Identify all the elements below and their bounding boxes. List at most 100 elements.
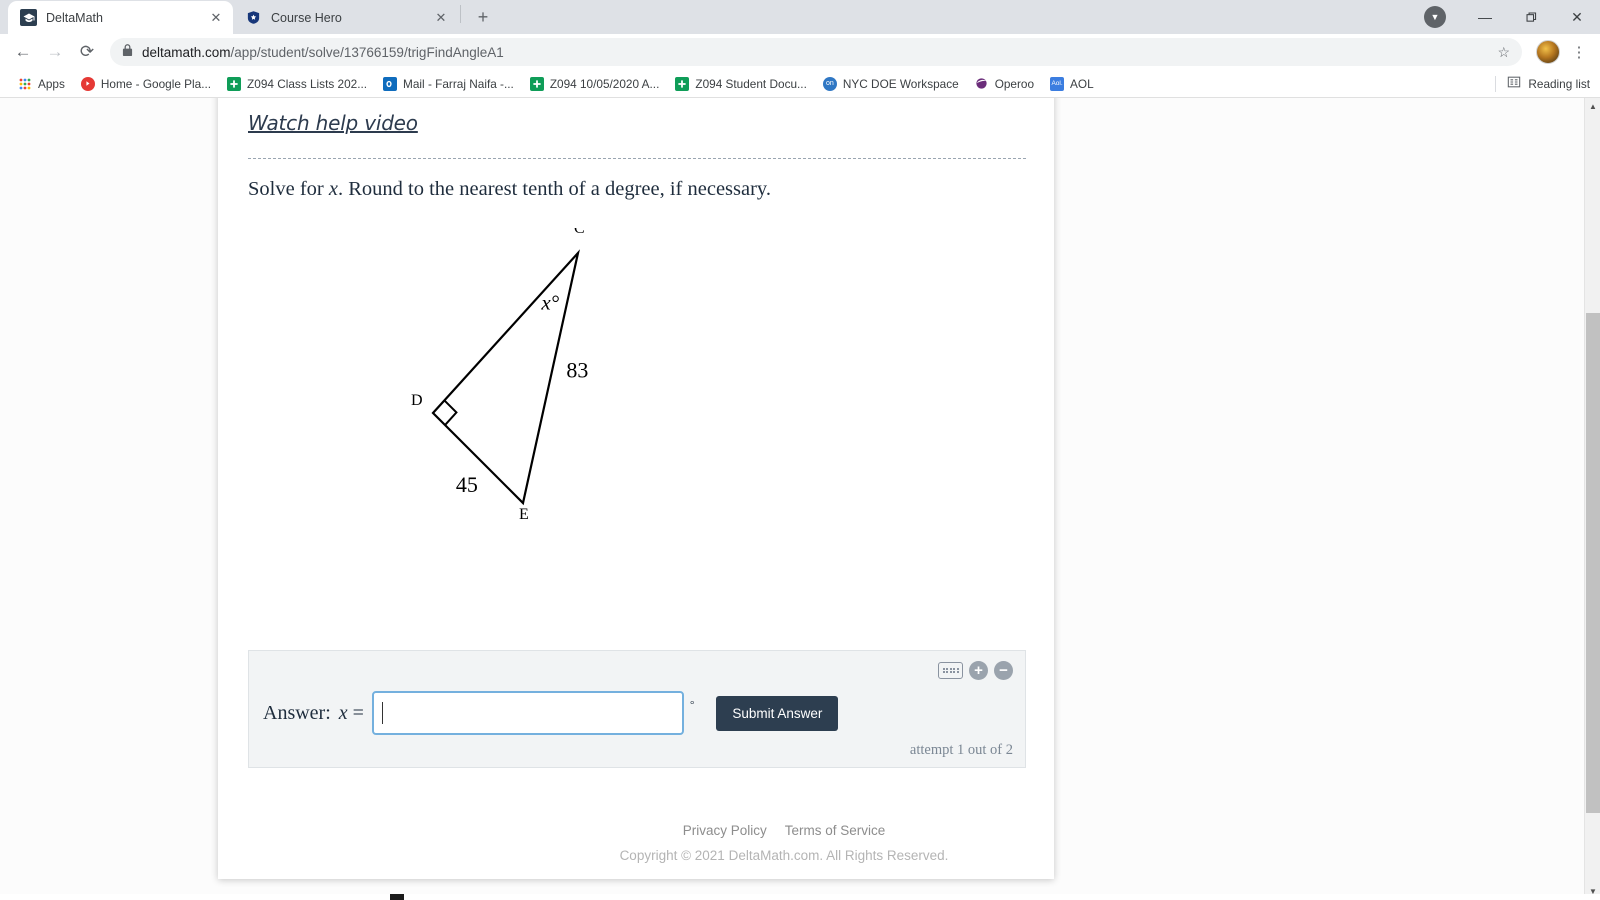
keyboard-icon[interactable] [938, 662, 963, 679]
google-sheets-icon [529, 76, 544, 91]
bookmark-label: Apps [38, 76, 65, 91]
copyright-text: Copyright © 2021 DeltaMath.com. All Righ… [619, 848, 949, 863]
svg-text:45: 45 [456, 472, 478, 497]
answer-toolbar: + − [938, 661, 1013, 680]
nyc-doe-icon: on [822, 76, 837, 91]
prompt-variable: x [328, 178, 338, 200]
footer-links: Privacy Policy Terms of Service [0, 823, 1568, 838]
google-sheets-icon [675, 76, 690, 91]
aol-icon: Aol. [1050, 76, 1065, 91]
browser-window: DeltaMath ✕ Course Hero ✕ + ▼ — ✕ ← → ⟳ … [0, 0, 1600, 900]
triangle-figure: C D E x° 83 45 [248, 220, 1026, 608]
back-button[interactable]: ← [8, 37, 38, 67]
bookmark-nyc-doe-workspace[interactable]: on NYC DOE Workspace [815, 73, 967, 95]
bookmark-apps[interactable]: Apps [10, 73, 73, 95]
browser-toolbar: ← → ⟳ deltamath.com/app/student/solve/13… [0, 34, 1600, 70]
answer-equals: = [352, 701, 364, 724]
answer-label: Answer: x = [263, 702, 364, 725]
submit-answer-button[interactable]: Submit Answer [716, 695, 839, 731]
reload-button[interactable]: ⟳ [72, 37, 102, 67]
operoo-icon [975, 77, 989, 91]
forward-button[interactable]: → [40, 37, 70, 67]
bookmark-label: AOL [1070, 76, 1094, 91]
privacy-policy-link[interactable]: Privacy Policy [683, 823, 767, 838]
lock-icon [122, 44, 133, 60]
problem-card: Assignment due 10/14 Watch help video So… [218, 98, 1054, 879]
avatar[interactable] [1536, 40, 1560, 64]
terms-of-service-link[interactable]: Terms of Service [785, 823, 886, 838]
bookmark-operoo[interactable]: Operoo [967, 73, 1042, 95]
bookmark-label: NYC DOE Workspace [842, 76, 959, 91]
bookmark-z094-student-docs[interactable]: Z094 Student Docu... [667, 73, 814, 95]
bookmark-z094-class-lists[interactable]: Z094 Class Lists 202... [219, 73, 375, 95]
answer-input[interactable] [371, 691, 684, 735]
chevron-down-icon[interactable]: ▼ [1424, 6, 1446, 28]
youtube-play-icon [80, 76, 95, 91]
apps-grid-icon [18, 77, 32, 91]
address-bar[interactable]: deltamath.com/app/student/solve/13766159… [110, 38, 1522, 66]
zoom-out-button[interactable]: − [994, 661, 1013, 680]
url-domain: deltamath.com [142, 44, 231, 60]
prompt-text-after: . Round to the nearest tenth of a degree… [337, 178, 771, 200]
answer-row: Answer: x = ° Submit Answer [263, 691, 839, 735]
bookmark-label: Mail - Farraj Naifa -... [403, 76, 514, 91]
svg-text:E: E [519, 506, 529, 523]
reading-list-icon [1507, 75, 1521, 92]
watch-help-video-link[interactable]: Watch help video [248, 111, 418, 135]
attempt-counter: attempt 1 out of 2 [909, 742, 1013, 758]
bookmark-label: Z094 Class Lists 202... [247, 76, 368, 91]
section-divider [248, 158, 1026, 159]
page-footer: Privacy Policy Terms of Service Copyright… [0, 823, 1568, 863]
outlook-icon [383, 76, 398, 91]
page-scrollbar[interactable]: ▲ ▼ [1584, 98, 1600, 900]
window-close-button[interactable]: ✕ [1554, 0, 1600, 34]
bookmark-star-icon[interactable]: ☆ [1497, 44, 1510, 61]
browser-menu-icon[interactable]: ⋮ [1566, 39, 1592, 65]
bookmark-label: Z094 Student Docu... [695, 76, 807, 91]
scroll-up-arrow[interactable]: ▲ [1585, 98, 1600, 115]
bookmark-label: Operoo [994, 76, 1035, 91]
bookmark-home-google-play[interactable]: Home - Google Pla... [73, 73, 219, 95]
svg-text:D: D [411, 392, 423, 409]
close-icon[interactable]: ✕ [207, 9, 225, 27]
bookmark-label: Home - Google Pla... [100, 76, 212, 91]
google-sheets-icon [227, 76, 242, 91]
triangle-svg: C D E x° 83 45 [411, 220, 588, 523]
page-viewport: Assignment due 10/14 Watch help video So… [0, 98, 1600, 900]
taskbar-strip [0, 894, 1600, 900]
url-path: /app/student/solve/13766159/trigFindAngl… [230, 44, 504, 60]
svg-text:C: C [574, 228, 585, 237]
scrollbar-thumb[interactable] [1586, 313, 1600, 813]
tab-deltamath[interactable]: DeltaMath ✕ [8, 1, 233, 34]
svg-text:x°: x° [540, 291, 559, 315]
answer-panel: + − Answer: x = ° Submit Answer attempt … [248, 650, 1026, 768]
reading-list-label: Reading list [1528, 76, 1590, 91]
new-tab-button[interactable]: + [469, 3, 497, 31]
graduation-cap-icon [20, 9, 37, 26]
answer-variable: x [338, 701, 348, 724]
shield-star-icon [245, 9, 262, 26]
bookmarks-bar: Apps Home - Google Pla... Z094 Class Lis… [0, 70, 1600, 98]
text-caret [381, 702, 384, 724]
prompt-text-before: Solve for [248, 178, 329, 200]
divider [1495, 75, 1497, 92]
bookmark-label: Z094 10/05/2020 A... [549, 76, 660, 91]
bookmark-z094-assignments[interactable]: Z094 10/05/2020 A... [522, 73, 668, 95]
bookmark-aol[interactable]: Aol. AOL [1042, 73, 1102, 95]
tab-coursehero[interactable]: Course Hero ✕ [233, 1, 458, 34]
close-icon[interactable]: ✕ [432, 9, 450, 27]
answer-label-text: Answer: [263, 701, 331, 724]
reading-list-button[interactable]: Reading list [1495, 75, 1590, 92]
zoom-in-button[interactable]: + [969, 661, 988, 680]
problem-prompt: Solve for x. Round to the nearest tenth … [248, 178, 771, 201]
maximize-button[interactable] [1508, 0, 1554, 34]
tab-title: Course Hero [271, 10, 342, 25]
keyboard-keys [942, 667, 959, 674]
minimize-button[interactable]: — [1462, 0, 1508, 34]
tab-title: DeltaMath [46, 10, 103, 25]
tab-separator [460, 4, 461, 23]
degree-symbol: ° [689, 699, 695, 711]
bookmark-mail-outlook[interactable]: Mail - Farraj Naifa -... [375, 73, 522, 95]
window-controls: ▼ — ✕ [1424, 0, 1600, 34]
svg-text:83: 83 [566, 358, 588, 383]
